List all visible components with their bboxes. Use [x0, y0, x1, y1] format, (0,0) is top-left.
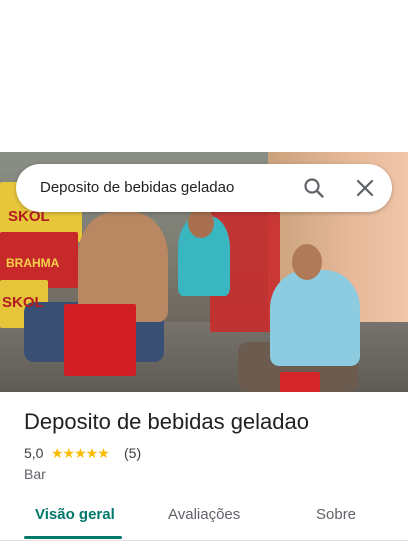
rating-value: 5,0 [24, 445, 44, 461]
brand-label: SKOL [2, 294, 44, 311]
divider [0, 540, 408, 541]
tab-about[interactable]: Sobre [316, 506, 356, 523]
red-crate [280, 372, 320, 392]
brand-label: BRAHMA [6, 256, 60, 270]
place-title: Deposito de bebidas geladao [24, 409, 310, 434]
active-tab-indicator [24, 536, 122, 539]
stars-icon: ★★★★★ [51, 445, 110, 461]
tab-reviews[interactable]: Avaliações [168, 506, 240, 523]
review-count[interactable]: (5) [124, 445, 141, 461]
place-category[interactable]: Bar [24, 466, 46, 482]
star-rating[interactable]: ★★★★★ [51, 445, 110, 463]
red-crate [64, 304, 136, 376]
person-right [270, 270, 360, 366]
search-query[interactable]: Deposito de bebidas geladao [40, 179, 234, 196]
person-head [188, 208, 214, 238]
search-bar[interactable]: Deposito de bebidas geladao [16, 164, 392, 212]
person-head [292, 244, 322, 280]
tab-overview[interactable]: Visão geral [35, 506, 115, 523]
close-icon[interactable] [353, 176, 377, 200]
search-icon[interactable] [302, 176, 326, 200]
